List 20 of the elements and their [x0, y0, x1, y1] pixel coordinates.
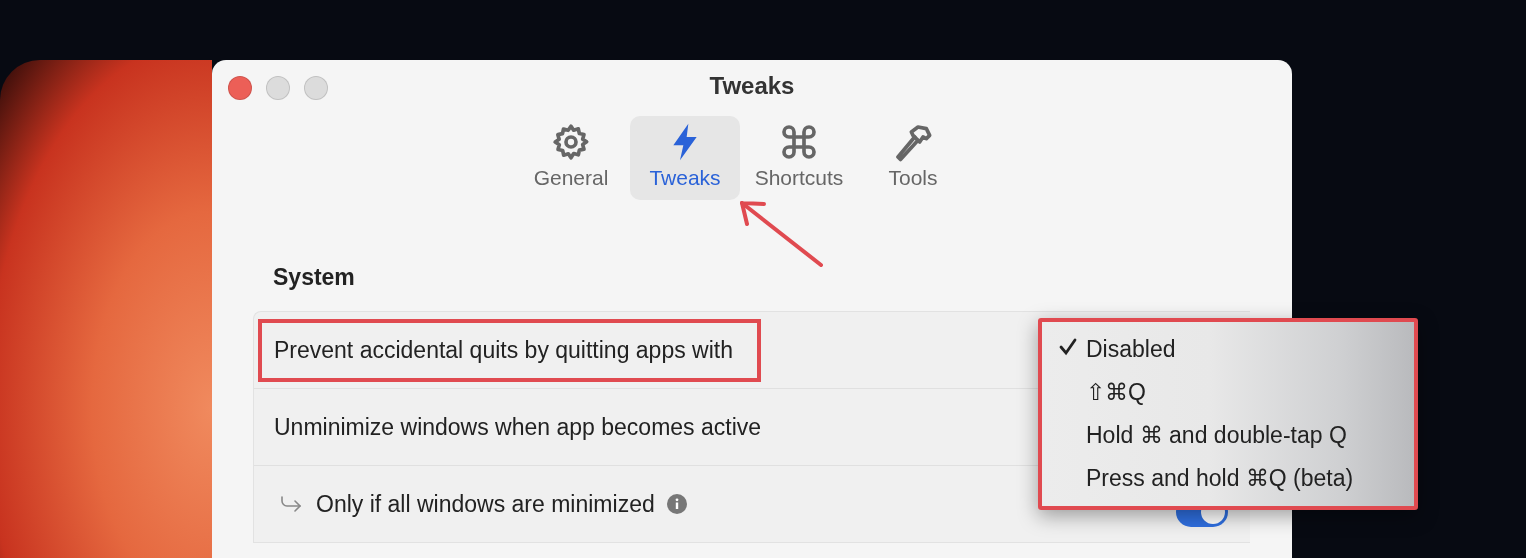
menu-item[interactable]: Hold ⌘ and double-tap Q [1042, 414, 1414, 457]
menu-item[interactable]: ⇧⌘Q [1042, 371, 1414, 414]
return-arrow-icon [280, 495, 302, 513]
toolbar-tab[interactable]: Tools [858, 116, 968, 200]
setting-label: Prevent accidental quits by quitting apps with [274, 336, 733, 363]
menu-item[interactable]: Press and hold ⌘Q (beta) [1042, 457, 1414, 500]
window-title: Tweaks [709, 72, 795, 100]
section-title: System [273, 264, 356, 291]
toolbar-tab[interactable]: General [516, 116, 626, 200]
setting-label: Only if all windows are minimized [316, 490, 655, 518]
setting-label: Unminimize windows when app becomes active [274, 413, 762, 441]
gear-icon [551, 122, 591, 162]
checkmark-icon [1058, 337, 1078, 357]
menu-item[interactable]: Disabled [1042, 328, 1414, 371]
info-icon[interactable] [666, 494, 687, 514]
toolbar-tab[interactable]: Tweaks [630, 116, 740, 200]
toolbar-tab[interactable]: Shortcuts [744, 116, 854, 200]
close-button[interactable] [228, 76, 252, 100]
command-key-icon [779, 122, 819, 162]
hammer-icon [893, 122, 933, 162]
